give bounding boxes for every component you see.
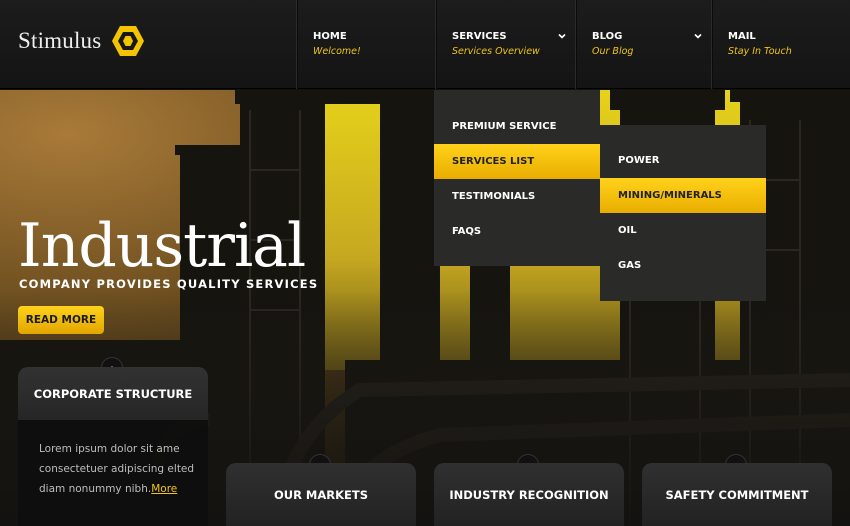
submenu-item-power[interactable]: POWER: [600, 143, 766, 178]
chevron-down-icon[interactable]: [694, 32, 702, 40]
submenu-item-oil[interactable]: OIL: [600, 213, 766, 248]
nav-sublabel: Stay In Touch: [728, 46, 792, 57]
tab-safety-commitment[interactable]: SAFETY COMMITMENT: [642, 463, 832, 526]
menu-item-premium-service[interactable]: PREMIUM SERVICE: [434, 109, 600, 144]
submenu-item-mining-minerals[interactable]: MINING/MINERALS: [600, 178, 766, 213]
nav-item-mail[interactable]: MAIL Stay In Touch: [711, 0, 850, 89]
nav-label: MAIL: [728, 31, 756, 42]
nav-sublabel: Welcome!: [313, 46, 361, 57]
logo[interactable]: Stimulus: [18, 24, 146, 58]
menu-item-faqs[interactable]: FAQS: [434, 214, 600, 249]
logo-text: Stimulus: [18, 28, 102, 53]
corporate-structure-text: Lorem ipsum dolor sit ame consectetuer a…: [39, 439, 199, 499]
menu-item-testimonials[interactable]: TESTIMONIALS: [434, 179, 600, 214]
nav-item-blog[interactable]: BLOG Our Blog: [575, 0, 711, 89]
nav-sublabel: Our Blog: [592, 46, 634, 57]
menu-item-services-list[interactable]: SERVICES LIST: [434, 144, 600, 179]
chevron-down-icon[interactable]: [558, 32, 566, 40]
nav-label: SERVICES: [452, 31, 507, 42]
hero-title: Industrial: [18, 211, 306, 281]
nav-item-services[interactable]: SERVICES Services Overview: [435, 0, 575, 89]
hexagon-logo-icon: [112, 26, 145, 56]
read-more-button[interactable]: READ MORE: [18, 306, 104, 334]
tab-our-markets[interactable]: OUR MARKETS: [226, 463, 416, 526]
corporate-structure-panel: CORPORATE STRUCTURE Lorem ipsum dolor si…: [18, 367, 208, 526]
submenu-item-gas[interactable]: GAS: [600, 248, 766, 283]
hero-subtitle: COMPANY PROVIDES QUALITY SERVICES: [19, 277, 319, 291]
services-dropdown: PREMIUM SERVICE SERVICES LIST TESTIMONIA…: [434, 90, 600, 266]
services-submenu: POWER MINING/MINERALS OIL GAS: [600, 125, 766, 301]
more-link[interactable]: More: [151, 483, 177, 495]
corporate-structure-heading[interactable]: CORPORATE STRUCTURE: [18, 367, 208, 420]
site-header: Stimulus HOME Welcome! SERVICES Services…: [0, 0, 850, 89]
nav-item-home[interactable]: HOME Welcome!: [296, 0, 435, 89]
main-nav: HOME Welcome! SERVICES Services Overview…: [296, 0, 850, 89]
nav-sublabel: Services Overview: [452, 46, 540, 57]
nav-label: HOME: [313, 31, 347, 42]
tab-industry-recognition[interactable]: INDUSTRY RECOGNITION: [434, 463, 624, 526]
